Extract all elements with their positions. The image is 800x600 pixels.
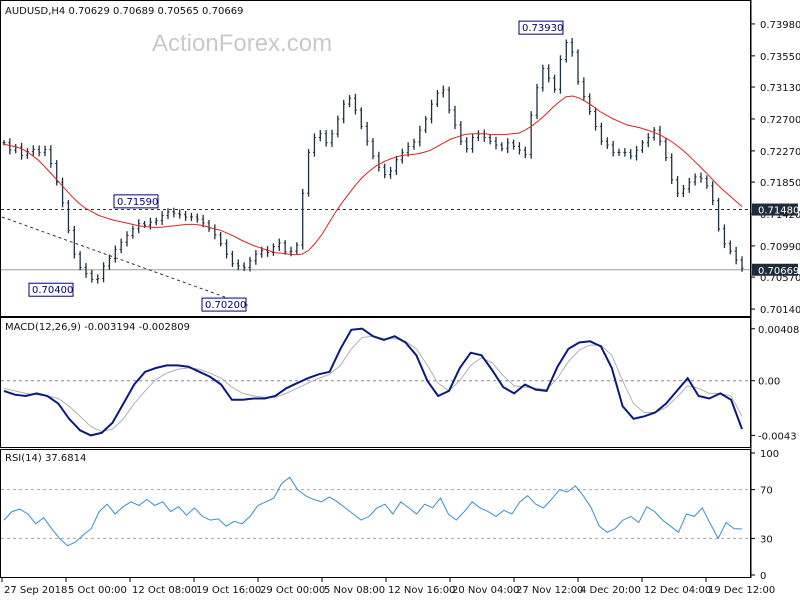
rsi-panel: [0, 449, 751, 578]
rsi-tick-label: 100: [760, 449, 779, 460]
last-price-tag-label: 0.70669: [758, 266, 799, 277]
macd-line: [3, 327, 743, 437]
macd-layer: [1, 327, 750, 437]
chart-canvas: ActionForex.com AUDUSD,H4 0.70629 0.7068…: [0, 0, 800, 596]
level-label: 0.70200: [205, 300, 246, 311]
price-tick-label: 0.71850: [760, 178, 800, 189]
rsi-line: [3, 476, 743, 547]
price-tick-label: 0.72700: [760, 115, 800, 126]
macd-header: MACD(12,26,9) -0.003194 -0.002809: [5, 322, 190, 333]
macd-tick-label: -0.0043: [758, 431, 797, 442]
macd-tick-label: 0.00: [758, 377, 780, 388]
time-tick-label: 5 Nov 08:00: [324, 585, 385, 596]
price-tick-label: 0.70140: [760, 305, 800, 316]
rsi-layer: [1, 476, 750, 547]
price-header: AUDUSD,H4 0.70629 0.70689 0.70565 0.7066…: [5, 6, 243, 17]
rsi-tick-label: 70: [760, 486, 773, 497]
rsi-header: RSI(14) 37.6814: [5, 453, 86, 464]
level-label: 0.70400: [32, 285, 73, 296]
time-tick-label: 12 Oct 08:00: [132, 585, 197, 596]
rsi-tick-label: 30: [760, 534, 773, 545]
price-tick-label: 0.72270: [760, 147, 800, 158]
price-panel: [0, 0, 751, 317]
time-tick-label: 12 Nov 16:00: [388, 585, 455, 596]
price-layer: 0.71590 0.70400 0.70200 0.73930: [1, 20, 750, 312]
moving-average-line: [3, 95, 743, 256]
time-tick-label: 19 Dec 12:00: [708, 585, 775, 596]
time-tick-label: 19 Oct 16:00: [196, 585, 261, 596]
time-tick-label: 20 Nov 04:00: [452, 585, 519, 596]
time-tick-label: 4 Dec 20:00: [580, 585, 641, 596]
time-tick-label: 29 Oct 00:00: [260, 585, 325, 596]
chart-window: ActionForex.com AUDUSD,H4 0.70629 0.7068…: [0, 0, 800, 600]
macd-tick-label: 0.004085: [758, 325, 800, 336]
watermark: ActionForex.com: [152, 30, 332, 57]
level-label: 0.71590: [117, 197, 158, 208]
rsi-tick-label: 0: [760, 571, 766, 582]
support-price-tag-label: 0.71480: [758, 206, 799, 217]
price-tick-label: 0.73980: [760, 20, 800, 31]
time-tick-label: 27 Nov 12:00: [516, 585, 583, 596]
axis-layer: 0.73980 0.73550 0.73130 0.72700 0.72270 0.718…: [1, 20, 800, 596]
price-tick-label: 0.73130: [760, 83, 800, 94]
time-tick-label: 12 Dec 04:00: [644, 585, 711, 596]
time-tick-label: 27 Sep 2018: [4, 585, 67, 596]
price-tick-label: 0.73550: [760, 52, 800, 63]
price-tick-label: 0.70990: [760, 242, 800, 253]
time-tick-label: 5 Oct 00:00: [68, 585, 127, 596]
level-label: 0.73930: [522, 23, 563, 34]
